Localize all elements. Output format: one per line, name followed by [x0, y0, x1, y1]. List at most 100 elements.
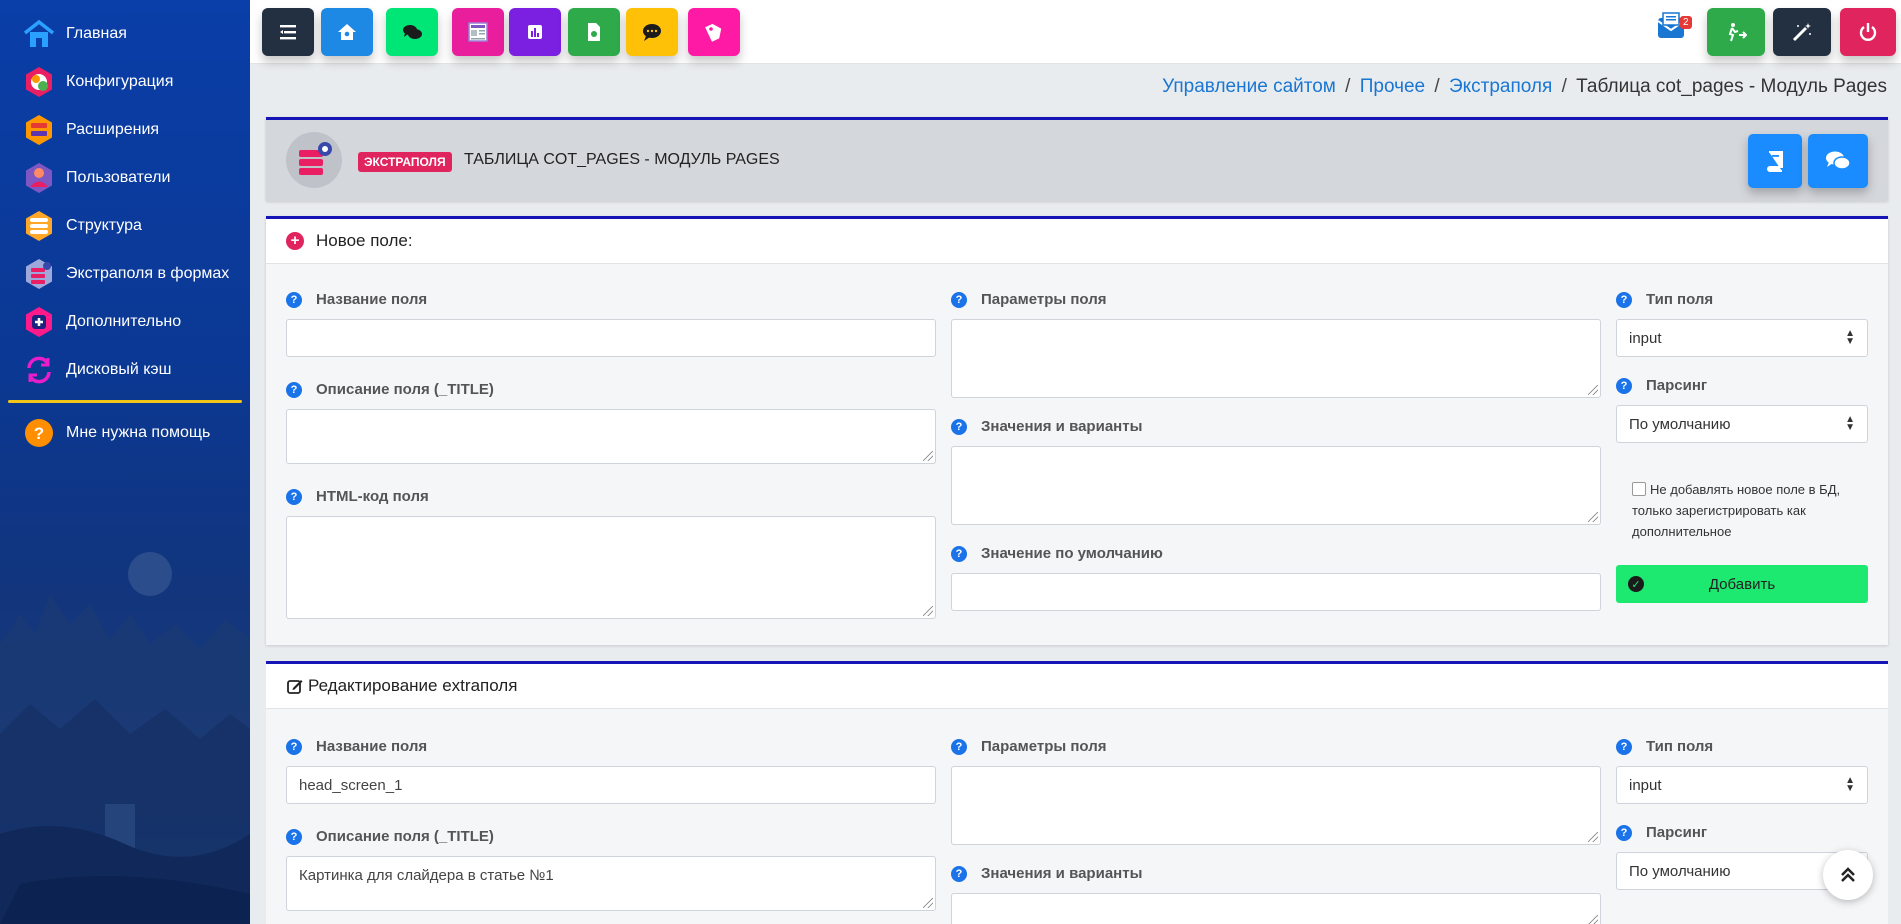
field-type-label: ? Тип поля [1616, 738, 1713, 755]
home-icon [22, 17, 56, 51]
field-params-textarea[interactable] [951, 766, 1601, 845]
sidebar-item-config[interactable]: Конфигурация [0, 58, 250, 106]
select-arrows-icon: ▲ ▼ [1845, 328, 1855, 347]
help-icon[interactable]: ? [951, 738, 967, 755]
help-icon[interactable]: ? [286, 381, 302, 398]
forums-button[interactable] [386, 8, 438, 56]
users-icon [22, 161, 56, 195]
files-button[interactable] [568, 8, 620, 56]
newspaper-icon [468, 22, 488, 42]
sidebar-item-additional[interactable]: Дополнительно [0, 298, 250, 346]
help-icon[interactable]: ? [1616, 738, 1632, 755]
svg-text:?: ? [34, 424, 44, 443]
breadcrumb-separator: / [1345, 76, 1351, 97]
sidebar-item-users[interactable]: Пользователи [0, 154, 250, 202]
sidebar-item-label: Структура [66, 217, 142, 234]
go-site-button[interactable] [1707, 8, 1765, 56]
sidebar-item-label: Главная [66, 25, 127, 42]
field-name-input[interactable]: head_screen_1 [286, 766, 936, 804]
field-type-select[interactable]: input ▲ ▼ [1616, 766, 1868, 804]
field-default-input[interactable] [951, 573, 1601, 611]
field-type-label: ? Тип поля [1616, 291, 1713, 308]
help-icon[interactable]: ? [951, 865, 967, 882]
scroll-to-top-button[interactable] [1823, 850, 1873, 900]
house-icon [338, 24, 356, 40]
help-icon[interactable]: ? [1616, 291, 1632, 308]
magic-button[interactable] [1773, 8, 1831, 56]
help-icon[interactable]: ? [1616, 377, 1632, 394]
comments-button[interactable] [626, 8, 678, 56]
sidebar-item-label: Пользователи [66, 169, 171, 186]
new-field-header: + Новое поле: [266, 219, 1888, 264]
extensions-icon [22, 113, 56, 147]
sidebar-item-extensions[interactable]: Расширения [0, 106, 250, 154]
breadcrumb-link-other[interactable]: Прочее [1360, 76, 1425, 97]
menu-toggle-button[interactable] [262, 8, 314, 56]
help-icon[interactable]: ? [286, 828, 302, 845]
field-values-textarea[interactable] [951, 893, 1601, 924]
field-parse-select[interactable]: По умолчанию ▲ ▼ [1616, 405, 1868, 443]
sidebar-item-extrafields[interactable]: Экстраполя в формах [0, 250, 250, 298]
sidebar: Главная Конфигурация Расширения Пользова… [0, 0, 250, 924]
chart-icon [528, 25, 542, 39]
help-icon[interactable]: ? [286, 738, 302, 755]
pages-button[interactable] [452, 8, 504, 56]
breadcrumb-link-extrafields[interactable]: Экстраполя [1449, 76, 1552, 97]
sidebar-item-home[interactable]: Главная [0, 10, 250, 58]
breadcrumb-separator: / [1561, 76, 1567, 97]
breadcrumb-link-site-admin[interactable]: Управление сайтом [1162, 76, 1336, 97]
sidebar-divider [8, 400, 242, 403]
sidebar-item-label: Экстраполя в формах [66, 265, 230, 282]
field-html-textarea[interactable] [286, 516, 936, 619]
edit-field-header: Редактирование extraполя [266, 664, 1888, 709]
field-values-textarea[interactable] [951, 446, 1601, 525]
config-icon [22, 65, 56, 99]
card-title: Редактирование extraполя [308, 676, 518, 695]
structure-icon [22, 209, 56, 243]
field-params-label: ? Параметры поля [951, 738, 1107, 755]
messages-button[interactable]: 2 [1655, 10, 1695, 50]
no-db-checkbox[interactable] [1632, 482, 1646, 496]
field-html-label: ? HTML-код поля [286, 488, 429, 505]
sidebar-item-help[interactable]: ? Мне нужна помощь [0, 415, 250, 451]
refresh-icon [22, 353, 56, 387]
field-desc-textarea[interactable] [286, 409, 936, 464]
search-button[interactable] [688, 8, 740, 56]
sidebar-item-disk-cache[interactable]: Дисковый кэш [0, 346, 250, 394]
field-type-select[interactable]: input ▲ ▼ [1616, 319, 1868, 357]
field-desc-textarea[interactable]: Картинка для слайдера в статье №1 [286, 856, 936, 911]
add-field-button-label: Добавить [1708, 575, 1776, 593]
forum-help-button[interactable] [1808, 134, 1868, 188]
field-name-label: ? Название поля [286, 738, 427, 755]
help-icon[interactable]: ? [951, 545, 967, 562]
unread-badge: 2 [1680, 16, 1692, 29]
menu-icon [280, 25, 296, 40]
question-icon: ? [22, 416, 56, 450]
docs-button[interactable] [1748, 134, 1802, 188]
add-field-button[interactable]: ✓ Добавить [1616, 565, 1868, 603]
help-icon[interactable]: ? [286, 488, 302, 505]
module-badge: ЭКСТРАПОЛЯ [358, 152, 452, 172]
sidebar-item-structure[interactable]: Структура [0, 202, 250, 250]
field-name-input[interactable] [286, 319, 936, 357]
stats-button[interactable] [509, 8, 561, 56]
sidebar-item-label: Дисковый кэш [66, 361, 172, 378]
extrafields-module-icon [286, 132, 342, 188]
edit-icon [287, 680, 303, 694]
home-button[interactable] [321, 8, 373, 56]
field-params-textarea[interactable] [951, 319, 1601, 398]
tag-icon [705, 23, 722, 42]
field-params-label: ? Параметры поля [951, 291, 1107, 308]
help-icon[interactable]: ? [951, 418, 967, 435]
card-title: Новое поле: [316, 231, 413, 250]
help-icon[interactable]: ? [1616, 824, 1632, 841]
file-icon [588, 23, 600, 41]
top-toolbar: 2 [250, 0, 1901, 64]
book-icon [1767, 151, 1783, 172]
chat-icon [1826, 151, 1851, 170]
field-desc-label: ? Описание поля (_TITLE) [286, 828, 494, 845]
logout-button[interactable] [1840, 8, 1896, 56]
check-circle-icon: ✓ [1628, 576, 1644, 592]
help-icon[interactable]: ? [286, 291, 302, 308]
help-icon[interactable]: ? [951, 291, 967, 308]
